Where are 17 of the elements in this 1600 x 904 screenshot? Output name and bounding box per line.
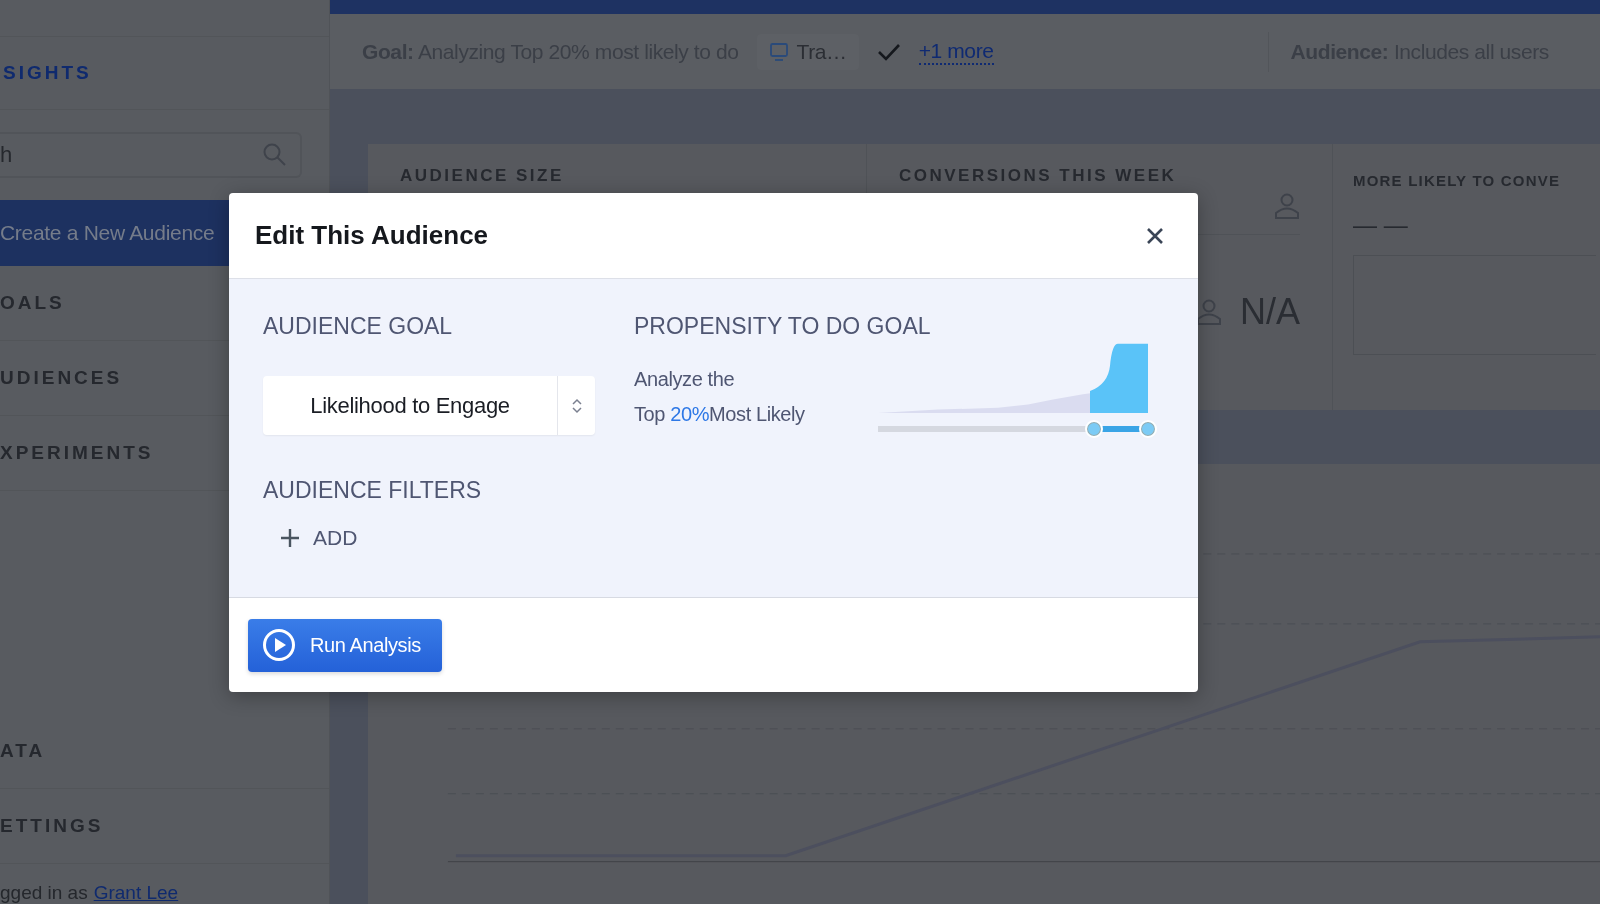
more-link[interactable]: +1 more xyxy=(918,38,994,65)
search-icon xyxy=(262,142,288,168)
likely-value: — — xyxy=(1353,211,1409,240)
section-heading: PROPENSITY TO DO GOAL xyxy=(634,313,932,340)
person-icon xyxy=(1196,298,1222,327)
analyze-text: Analyze the Top 20%Most Likely xyxy=(634,367,805,427)
monitor-icon xyxy=(768,41,789,62)
brand-title: SIGHTS xyxy=(0,36,329,110)
add-filter-button[interactable]: ADD xyxy=(279,526,358,550)
slider-handle[interactable] xyxy=(1085,420,1103,438)
plus-icon xyxy=(279,527,301,549)
goal-select[interactable]: Likelihood to Engage xyxy=(263,376,595,435)
person-icon xyxy=(1274,192,1300,221)
slider-handle[interactable] xyxy=(1139,420,1157,438)
play-icon xyxy=(262,628,296,662)
user-link[interactable]: Grant Lee xyxy=(93,882,179,904)
run-analysis-button[interactable]: Run Analysis xyxy=(248,618,442,672)
